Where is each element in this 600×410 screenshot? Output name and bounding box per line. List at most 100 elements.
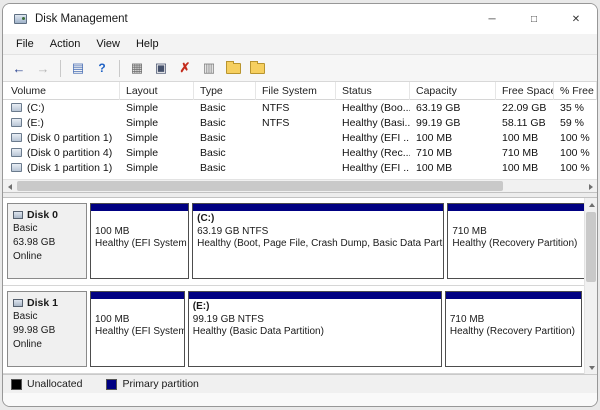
- vertical-scrollbar-thumb[interactable]: [586, 212, 596, 282]
- window-controls: ─ □ ✕: [471, 4, 597, 34]
- partition-status: Healthy (Basic Data Partition): [192, 326, 324, 337]
- maximize-button[interactable]: □: [513, 4, 555, 34]
- disk-size: 99.98 GB: [13, 325, 56, 336]
- partition-status: Healthy (Recovery Partition): [449, 326, 575, 337]
- help-icon[interactable]: ?: [91, 57, 113, 79]
- cell-type: Basic: [200, 116, 226, 129]
- table-row[interactable]: (C:) Simple Basic NTFS Healthy (Boo... 6…: [3, 100, 597, 115]
- disk-icon: [13, 299, 23, 307]
- disk-1-info[interactable]: Disk 1 Basic 99.98 GB Online: [7, 291, 87, 367]
- partition-color-bar: [448, 204, 597, 211]
- partition-recovery[interactable]: 710 MB Healthy (Recovery Partition): [447, 203, 597, 279]
- cell-volume: (Disk 0 partition 4): [3, 147, 120, 159]
- back-icon[interactable]: ←: [8, 57, 30, 79]
- cell-pct-free: 59 %: [560, 116, 584, 129]
- partition-color-bar: [91, 292, 184, 299]
- horizontal-scrollbar-thumb[interactable]: [17, 181, 503, 191]
- menu-file[interactable]: File: [8, 36, 42, 52]
- cell-free-space: 100 MB: [502, 161, 539, 174]
- partition-color-bar: [188, 292, 441, 299]
- disk-name: Disk 1: [27, 297, 58, 309]
- disk-0-info[interactable]: Disk 0 Basic 63.98 GB Online: [7, 203, 87, 279]
- cell-volume: (Disk 1 partition 1): [3, 162, 120, 174]
- vertical-scrollbar[interactable]: [584, 198, 597, 374]
- partition-e[interactable]: (E:) 99.19 GB NTFS Healthy (Basic Data P…: [187, 291, 442, 367]
- cell-file-system: NTFS: [262, 101, 290, 114]
- properties-icon[interactable]: ▦: [126, 57, 148, 79]
- open-folder-icon[interactable]: [222, 57, 244, 79]
- volume-icon: [11, 118, 22, 127]
- partition-label: [95, 213, 184, 226]
- forward-icon[interactable]: →: [32, 57, 54, 79]
- delete-volume-icon[interactable]: ✗: [174, 57, 196, 79]
- cell-layout: Simple: [126, 101, 159, 114]
- cell-layout: Simple: [126, 161, 159, 174]
- cell-pct-free: 100 %: [560, 146, 590, 159]
- volume-icon: [11, 163, 22, 172]
- partition-status: Healthy (EFI System P: [95, 238, 189, 249]
- column-header-layout[interactable]: Layout: [120, 82, 194, 100]
- close-button[interactable]: ✕: [555, 4, 597, 34]
- column-header-file-system[interactable]: File System: [256, 82, 336, 100]
- cell-free-space: 100 MB: [502, 131, 539, 144]
- partition-status: Healthy (Recovery Partition): [452, 238, 578, 249]
- partition-c[interactable]: (C:) 63.19 GB NTFS Healthy (Boot, Page F…: [192, 203, 445, 279]
- explore-folder-icon[interactable]: [246, 57, 268, 79]
- column-header-volume[interactable]: Volume: [3, 82, 120, 100]
- horizontal-scrollbar[interactable]: [3, 179, 597, 192]
- folder-icon: [225, 60, 241, 74]
- menu-action[interactable]: Action: [42, 36, 89, 52]
- volume-list-pane: Volume Layout Type File System Status Ca…: [3, 82, 597, 192]
- column-header-capacity[interactable]: Capacity: [410, 82, 496, 100]
- cell-capacity: 100 MB: [416, 161, 453, 174]
- graphical-view-pane: Disk 0 Basic 63.98 GB Online 100 MB Heal…: [3, 198, 597, 374]
- primary-partition-swatch: [106, 378, 118, 390]
- cell-pct-free: 100 %: [560, 131, 590, 144]
- cell-layout: Simple: [126, 131, 159, 144]
- cell-pct-free: 100 %: [560, 161, 590, 174]
- column-header-free-space[interactable]: Free Space: [496, 82, 554, 100]
- disk-0-partitions: 100 MB Healthy (EFI System P (C:) 63.19 …: [90, 203, 597, 279]
- table-row[interactable]: (Disk 1 partition 1) Simple Basic Health…: [3, 160, 597, 175]
- toolbar-separator: [119, 59, 120, 77]
- cell-volume: (Disk 0 partition 1): [3, 132, 120, 144]
- cell-free-space: 710 MB: [502, 146, 539, 159]
- legend-label: Unallocated: [27, 378, 83, 390]
- unallocated-swatch: [11, 378, 22, 390]
- column-header-status[interactable]: Status: [336, 82, 410, 100]
- column-header-pct-free[interactable]: % Free: [554, 82, 597, 100]
- partition-label: (E:): [192, 301, 210, 312]
- cell-status: Healthy (Rec...: [342, 146, 410, 159]
- menu-help[interactable]: Help: [128, 36, 167, 52]
- partition-status: Healthy (EFI System P: [95, 326, 184, 337]
- partition-efi[interactable]: 100 MB Healthy (EFI System P: [90, 203, 190, 279]
- partition-label: [452, 213, 597, 226]
- scroll-right-icon[interactable]: [584, 180, 597, 193]
- scroll-left-icon[interactable]: [3, 180, 16, 193]
- partition-efi[interactable]: 100 MB Healthy (EFI System P: [90, 291, 185, 367]
- rescan-disks-icon[interactable]: ▣: [150, 57, 172, 79]
- partition-label: (C:): [197, 213, 215, 224]
- partition-size: 710 MB: [452, 225, 487, 237]
- show-console-tree-icon[interactable]: ▤: [67, 57, 89, 79]
- table-row[interactable]: (Disk 0 partition 4) Simple Basic Health…: [3, 145, 597, 160]
- partition-size: 100 MB: [95, 313, 130, 325]
- cell-status: Healthy (EFI ...: [342, 161, 410, 174]
- scroll-down-icon[interactable]: [585, 361, 597, 374]
- window-bottom-edge: [3, 393, 597, 406]
- partition-size: 710 MB: [449, 313, 485, 325]
- column-header-type[interactable]: Type: [194, 82, 256, 100]
- menu-view[interactable]: View: [88, 36, 128, 52]
- table-row[interactable]: (E:) Simple Basic NTFS Healthy (Basi... …: [3, 115, 597, 130]
- scroll-up-icon[interactable]: [585, 198, 597, 211]
- partition-size: 100 MB: [95, 225, 130, 237]
- cell-layout: Simple: [126, 146, 159, 159]
- partition-recovery[interactable]: 710 MB Healthy (Recovery Partition): [444, 291, 582, 367]
- cell-type: Basic: [200, 161, 226, 174]
- cell-type: Basic: [200, 101, 226, 114]
- minimize-button[interactable]: ─: [471, 4, 513, 34]
- format-icon[interactable]: ▥: [198, 57, 220, 79]
- table-row[interactable]: (Disk 0 partition 1) Simple Basic Health…: [3, 130, 597, 145]
- legend-label: Primary partition: [122, 378, 199, 390]
- disk-1-partitions: 100 MB Healthy (EFI System P (E:) 99.19 …: [90, 291, 582, 367]
